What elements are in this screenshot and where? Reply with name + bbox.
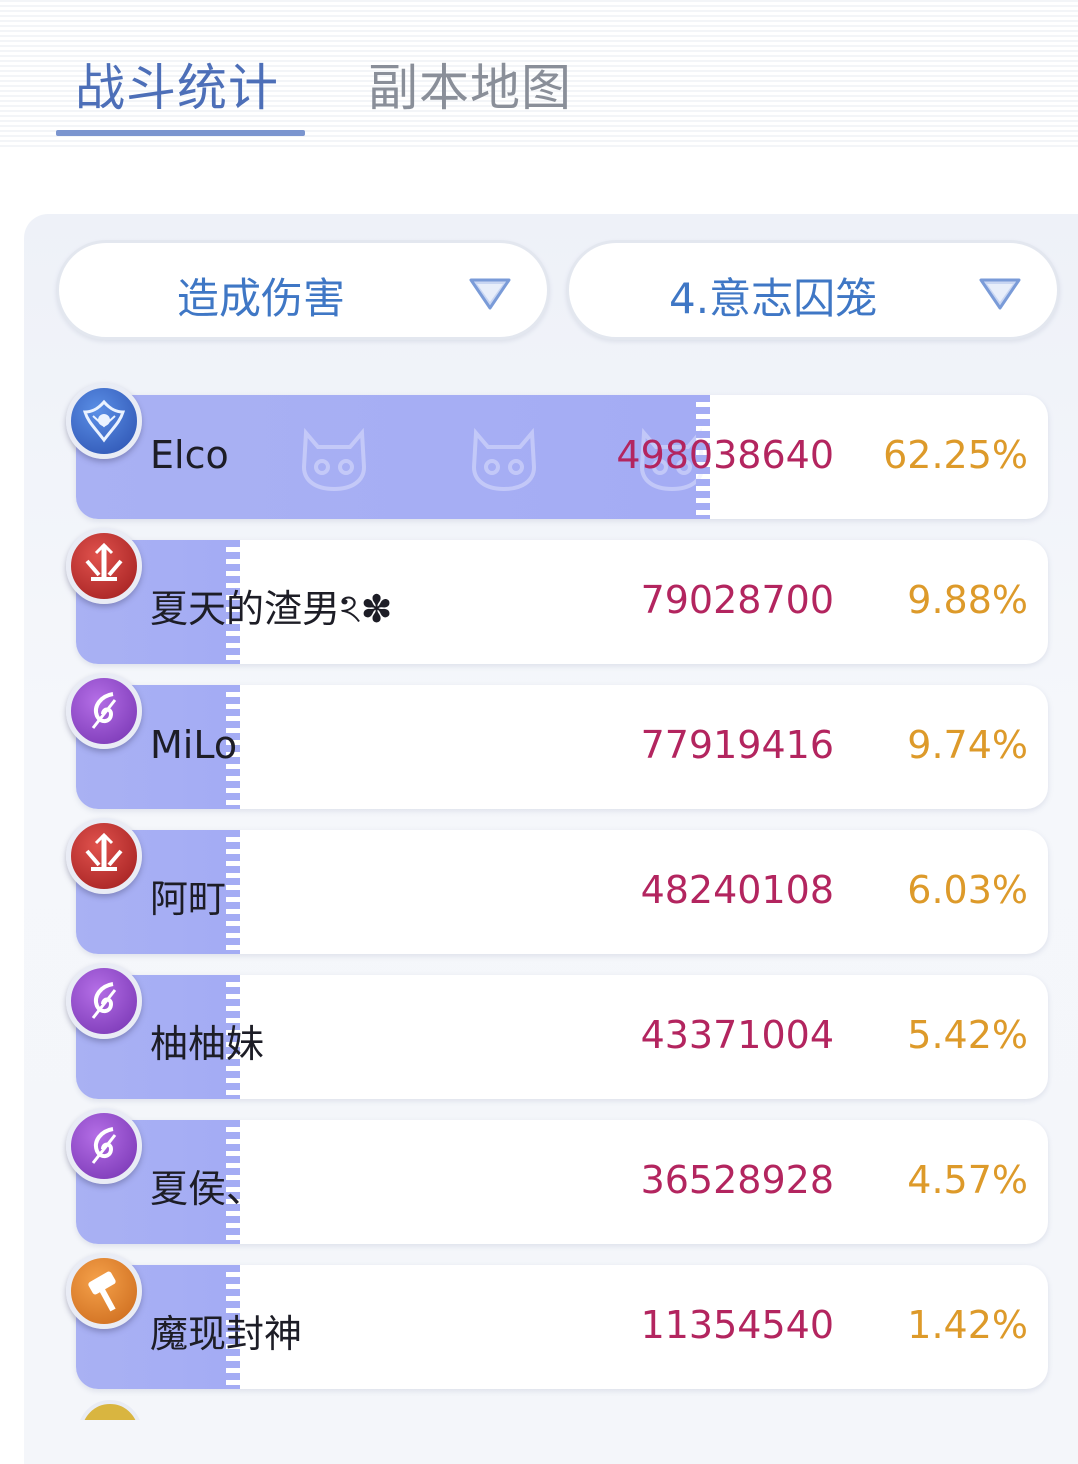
player-row[interactable]: 阿町 48240108 6.03% — [76, 830, 1048, 954]
damage-percent: 1.42% — [907, 1303, 1028, 1347]
player-name: 夏天的渣男ঽ✽ — [150, 587, 393, 631]
player-name: 阿町 — [150, 877, 227, 921]
sword-emblem-icon — [66, 818, 142, 894]
damage-value: 48240108 — [640, 868, 834, 912]
player-row[interactable]: 夏天的渣男ঽ✽ 79028700 9.88% — [76, 540, 1048, 664]
player-name: MiLo — [150, 723, 238, 767]
next-row-badge-partial — [78, 1400, 142, 1420]
metric-dropdown[interactable]: 造成伤害 — [56, 240, 550, 340]
active-tab-indicator — [56, 130, 305, 136]
damage-percent: 5.42% — [907, 1013, 1028, 1057]
damage-value: 498038640 — [616, 433, 834, 477]
damage-value: 79028700 — [640, 578, 834, 622]
player-name: 柚柚妹 — [150, 1022, 265, 1066]
tab-battle-stats[interactable]: 战斗统计 — [75, 48, 279, 120]
damage-value: 43371004 — [640, 1013, 834, 1057]
player-row[interactable]: 柚柚妹 43371004 5.42% — [76, 975, 1048, 1099]
damage-value: 77919416 — [640, 723, 834, 767]
damage-percent: 9.74% — [907, 723, 1028, 767]
player-name: 夏侯、 — [150, 1167, 265, 1211]
player-row[interactable]: 夏侯、 36528928 4.57% — [76, 1120, 1048, 1244]
tab-header: 战斗统计 副本地图 — [0, 0, 1078, 150]
damage-list: Elco 498038640 62.25% 夏天的渣男ঽ✽ 79028700 9.88% M… — [0, 370, 1078, 1414]
player-name: Elco — [150, 433, 229, 477]
player-row[interactable]: MiLo 77919416 9.74% — [76, 685, 1048, 809]
damage-percent: 62.25% — [883, 433, 1028, 477]
wing-emblem-icon — [66, 383, 142, 459]
damage-value: 11354540 — [640, 1303, 834, 1347]
damage-percent: 6.03% — [907, 868, 1028, 912]
dungeon-dropdown-label: 4.意志囚笼 — [669, 274, 878, 323]
cat-face-icon — [294, 423, 374, 493]
player-row[interactable]: Elco 498038640 62.25% — [76, 395, 1048, 519]
sword-emblem-icon — [66, 528, 142, 604]
chevron-down-icon — [979, 278, 1021, 310]
damage-percent: 9.88% — [907, 578, 1028, 622]
damage-percent: 4.57% — [907, 1158, 1028, 1202]
player-name: 魔现封神 — [150, 1312, 303, 1356]
swirl-emblem-icon — [66, 1108, 142, 1184]
cat-face-icon — [464, 423, 544, 493]
damage-value: 36528928 — [640, 1158, 834, 1202]
swirl-emblem-icon — [66, 963, 142, 1039]
hammer-emblem-icon — [66, 1253, 142, 1329]
metric-dropdown-label: 造成伤害 — [177, 274, 346, 323]
player-row[interactable]: 魔现封神 11354540 1.42% — [76, 1265, 1048, 1389]
dungeon-dropdown[interactable]: 4.意志囚笼 — [566, 240, 1060, 340]
swirl-emblem-icon — [66, 673, 142, 749]
tab-dungeon-map[interactable]: 副本地图 — [368, 48, 572, 120]
chevron-down-icon — [469, 278, 511, 310]
